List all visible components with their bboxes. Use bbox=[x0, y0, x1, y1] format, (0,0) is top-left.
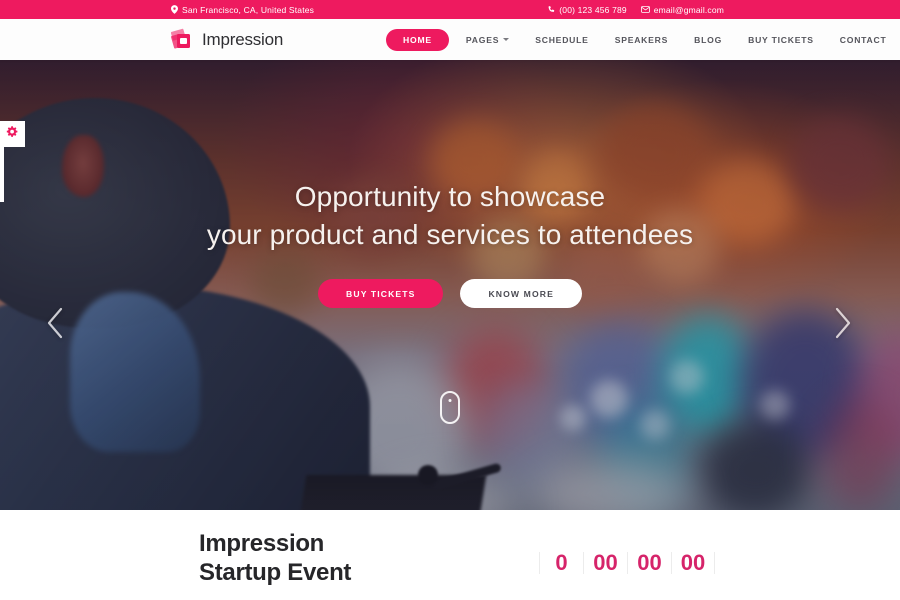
hero-headline-line2: your product and services to attendees bbox=[206, 218, 694, 250]
chevron-right-icon bbox=[832, 306, 856, 340]
nav-item-contact[interactable]: CONTACT bbox=[827, 29, 900, 51]
envelope-icon bbox=[640, 6, 650, 13]
countdown-cell-days: 0 bbox=[539, 552, 583, 574]
event-title: Impression Startup Event bbox=[199, 530, 351, 587]
nav-item-schedule[interactable]: SCHEDULE bbox=[522, 29, 601, 51]
settings-panel-toggle[interactable] bbox=[0, 121, 25, 147]
side-panel-strip bbox=[0, 147, 4, 202]
nav-label: CONTACT bbox=[839, 34, 887, 45]
nav-item-buy-tickets[interactable]: BUY TICKETS bbox=[735, 29, 827, 51]
buy-tickets-button[interactable]: BUY TICKETS bbox=[318, 279, 444, 309]
countdown-value: 00 bbox=[593, 550, 618, 575]
brand-logo-link[interactable]: Impression bbox=[170, 27, 284, 52]
hero-cta-group: BUY TICKETS KNOW MORE bbox=[318, 279, 582, 309]
primary-navigation: HOME PAGES SCHEDULE SPEAKERS BLOG BUY TI… bbox=[386, 28, 900, 51]
hero-slider: Opportunity to showcase your product and… bbox=[0, 60, 900, 510]
hero-headline-line1: Opportunity to showcase bbox=[294, 181, 606, 212]
phone-text: (00) 123 456 789 bbox=[559, 4, 627, 15]
hero-headline: Opportunity to showcase your product and… bbox=[207, 178, 693, 253]
nav-item-pages[interactable]: PAGES bbox=[453, 29, 522, 51]
nav-label: BLOG bbox=[694, 34, 723, 45]
event-countdown-section: Impression Startup Event 0 00 00 00 bbox=[0, 510, 900, 600]
nav-label: BUY TICKETS bbox=[748, 34, 814, 45]
topbar-phone[interactable]: (00) 123 456 789 bbox=[547, 4, 627, 15]
countdown-cell-minutes: 00 bbox=[627, 552, 671, 574]
location-text: San Francisco, CA, United States bbox=[182, 4, 315, 15]
nav-item-home[interactable]: HOME bbox=[386, 28, 449, 51]
nav-label: PAGES bbox=[465, 34, 500, 45]
email-text: email@gmail.com bbox=[653, 4, 724, 15]
main-navbar: Impression HOME PAGES SCHEDULE SPEAKERS … bbox=[0, 19, 900, 60]
slider-prev-button[interactable] bbox=[44, 306, 68, 340]
nav-item-speakers[interactable]: SPEAKERS bbox=[602, 29, 681, 51]
nav-label: SCHEDULE bbox=[535, 34, 589, 45]
nav-label: SPEAKERS bbox=[614, 34, 669, 45]
chevron-down-icon bbox=[503, 38, 510, 41]
event-title-line1: Impression bbox=[199, 530, 325, 557]
hero-content: Opportunity to showcase your product and… bbox=[0, 60, 900, 510]
gear-icon bbox=[6, 125, 19, 143]
countdown-cell-seconds: 00 bbox=[671, 552, 715, 574]
chevron-left-icon bbox=[44, 306, 68, 340]
countdown-cell-hours: 00 bbox=[583, 552, 627, 574]
nav-item-blog[interactable]: BLOG bbox=[681, 29, 735, 51]
nav-label: HOME bbox=[403, 34, 432, 45]
mouse-scroll-icon[interactable] bbox=[440, 391, 460, 424]
topbar-location: San Francisco, CA, United States bbox=[171, 5, 314, 15]
ticket-stack-logo-icon bbox=[170, 27, 195, 52]
countdown-value: 0 bbox=[555, 550, 568, 575]
phone-icon bbox=[547, 5, 555, 14]
slider-next-button[interactable] bbox=[832, 306, 856, 340]
event-title-line2: Startup Event bbox=[199, 558, 352, 586]
countdown-value: 00 bbox=[680, 550, 706, 575]
topbar-contact: (00) 123 456 789 email@gmail.com bbox=[547, 5, 724, 15]
countdown-value: 00 bbox=[637, 550, 662, 575]
topbar-email[interactable]: email@gmail.com bbox=[640, 4, 724, 15]
brand-name: Impression bbox=[202, 29, 284, 49]
countdown-timer: 0 00 00 00 bbox=[539, 552, 715, 574]
know-more-button[interactable]: KNOW MORE bbox=[460, 279, 582, 309]
map-pin-icon bbox=[171, 5, 178, 14]
top-info-bar: San Francisco, CA, United States (00) 12… bbox=[0, 0, 900, 19]
